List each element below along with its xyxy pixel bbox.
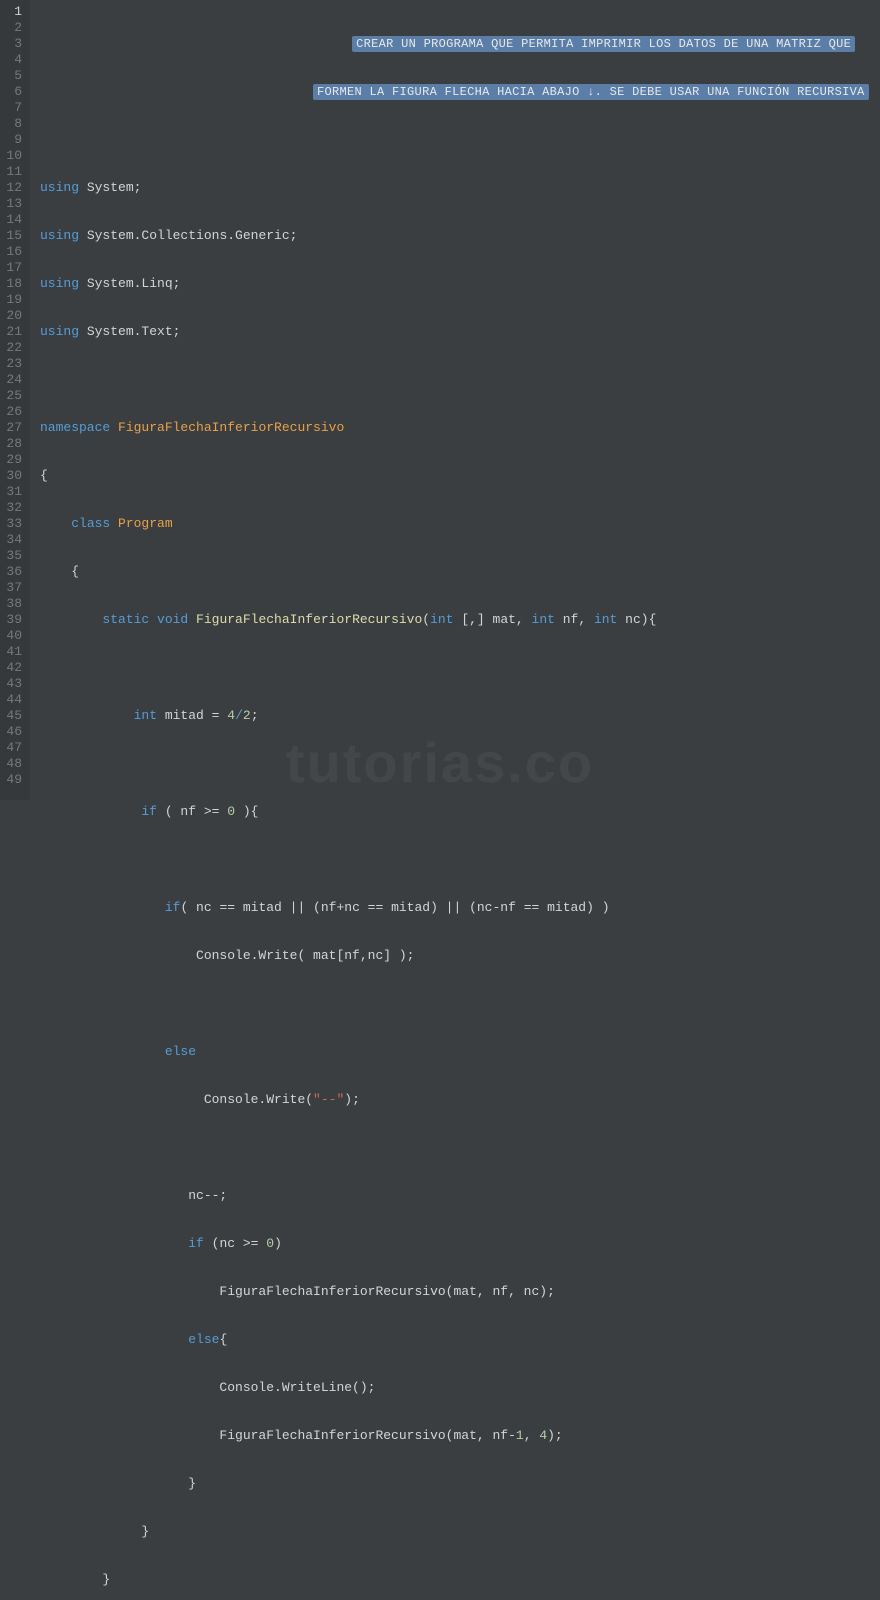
- line-number: 37: [4, 580, 22, 596]
- line-number: 15: [4, 228, 22, 244]
- line-number: 35: [4, 548, 22, 564]
- code-line: }: [40, 1524, 880, 1540]
- code-line: else{: [40, 1332, 880, 1348]
- line-number: 34: [4, 532, 22, 548]
- line-number: 4: [4, 52, 22, 68]
- line-number: 14: [4, 212, 22, 228]
- line-number: 1: [4, 4, 22, 20]
- line-number: 42: [4, 660, 22, 676]
- line-number: 7: [4, 100, 22, 116]
- code-area[interactable]: CREAR UN PROGRAMA QUE PERMITA IMPRIMIR L…: [30, 0, 880, 800]
- line-number: 47: [4, 740, 22, 756]
- line-number: 38: [4, 596, 22, 612]
- line-number: 44: [4, 692, 22, 708]
- line-number: 17: [4, 260, 22, 276]
- line-number: 20: [4, 308, 22, 324]
- line-number: 6: [4, 84, 22, 100]
- code-line: class Program: [40, 516, 880, 532]
- line-number: 23: [4, 356, 22, 372]
- code-line: [40, 756, 880, 772]
- line-number: 19: [4, 292, 22, 308]
- code-line: static void FiguraFlechaInferiorRecursiv…: [40, 612, 880, 628]
- code-line: Console.WriteLine();: [40, 1380, 880, 1396]
- line-number: 49: [4, 772, 22, 788]
- code-line: [40, 852, 880, 868]
- code-line: using System.Text;: [40, 324, 880, 340]
- code-line: FiguraFlechaInferiorRecursivo(mat, nf, n…: [40, 1284, 880, 1300]
- code-line: else: [40, 1044, 880, 1060]
- line-number: 26: [4, 404, 22, 420]
- line-number: 46: [4, 724, 22, 740]
- line-number: 10: [4, 148, 22, 164]
- code-line: [40, 372, 880, 388]
- line-number: 3: [4, 36, 22, 52]
- line-number: 45: [4, 708, 22, 724]
- line-number: 30: [4, 468, 22, 484]
- line-number: 21: [4, 324, 22, 340]
- code-line: [40, 132, 880, 148]
- line-number: 8: [4, 116, 22, 132]
- code-line: }: [40, 1572, 880, 1588]
- line-number: 2: [4, 20, 22, 36]
- line-number: 22: [4, 340, 22, 356]
- line-number: 11: [4, 164, 22, 180]
- line-number: 12: [4, 180, 22, 196]
- code-line: [40, 996, 880, 1012]
- code-line: using System.Linq;: [40, 276, 880, 292]
- line-number: 43: [4, 676, 22, 692]
- problem-banner-line1: CREAR UN PROGRAMA QUE PERMITA IMPRIMIR L…: [352, 36, 855, 52]
- code-line: namespace FiguraFlechaInferiorRecursivo: [40, 420, 880, 436]
- line-number: 31: [4, 484, 22, 500]
- line-number: 16: [4, 244, 22, 260]
- code-line: nc--;: [40, 1188, 880, 1204]
- code-line: {: [40, 564, 880, 580]
- code-line: Console.Write( mat[nf,nc] );: [40, 948, 880, 964]
- code-line: }: [40, 1476, 880, 1492]
- code-line: int mitad = 4/2;: [40, 708, 880, 724]
- problem-banner-line2: FORMEN LA FIGURA FLECHA HACIA ABAJO ↓. S…: [313, 84, 869, 100]
- line-number: 40: [4, 628, 22, 644]
- code-line: if( nc == mitad || (nf+nc == mitad) || (…: [40, 900, 880, 916]
- line-number: 27: [4, 420, 22, 436]
- line-number: 36: [4, 564, 22, 580]
- line-number: 41: [4, 644, 22, 660]
- code-line: Console.Write("--");: [40, 1092, 880, 1108]
- code-editor: 1234567891011121314151617181920212223242…: [0, 0, 880, 800]
- code-line: [40, 1140, 880, 1156]
- line-number: 39: [4, 612, 22, 628]
- line-number: 28: [4, 436, 22, 452]
- code-line: [40, 660, 880, 676]
- line-number: 29: [4, 452, 22, 468]
- line-number: 5: [4, 68, 22, 84]
- code-line: if ( nf >= 0 ){: [40, 804, 880, 820]
- code-line: FORMEN LA FIGURA FLECHA HACIA ABAJO ↓. S…: [40, 84, 880, 100]
- code-line: using System;: [40, 180, 880, 196]
- code-line: CREAR UN PROGRAMA QUE PERMITA IMPRIMIR L…: [40, 36, 880, 52]
- line-number: 33: [4, 516, 22, 532]
- code-line: using System.Collections.Generic;: [40, 228, 880, 244]
- line-number: 9: [4, 132, 22, 148]
- line-number: 24: [4, 372, 22, 388]
- code-line: FiguraFlechaInferiorRecursivo(mat, nf-1,…: [40, 1428, 880, 1444]
- line-gutter: 1234567891011121314151617181920212223242…: [0, 0, 30, 800]
- line-number: 48: [4, 756, 22, 772]
- line-number: 18: [4, 276, 22, 292]
- code-line: if (nc >= 0): [40, 1236, 880, 1252]
- line-number: 13: [4, 196, 22, 212]
- line-number: 25: [4, 388, 22, 404]
- line-number: 32: [4, 500, 22, 516]
- code-line: {: [40, 468, 880, 484]
